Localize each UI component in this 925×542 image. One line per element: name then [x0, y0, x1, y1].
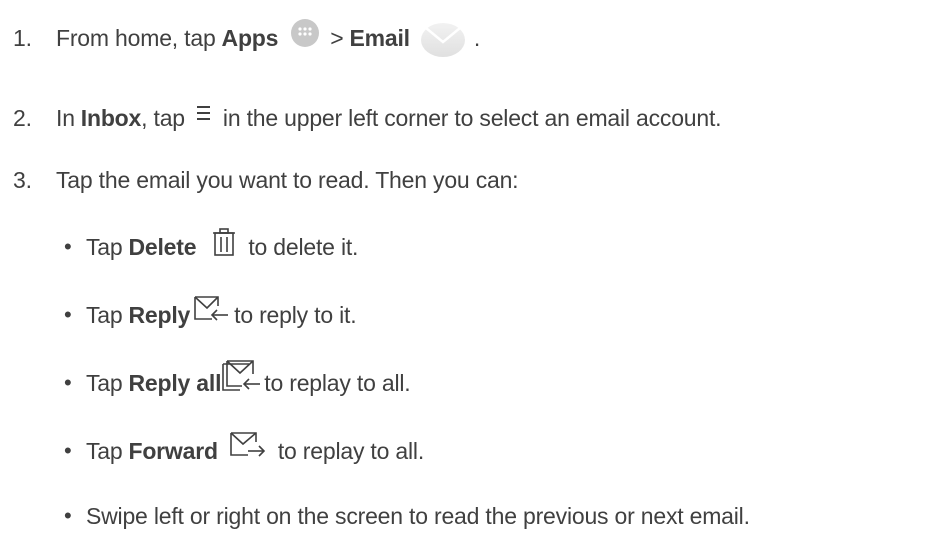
inbox-label: Inbox [80, 104, 142, 131]
step-number: 2. [13, 104, 32, 131]
step-text: Tap the email you want to read. Then you… [56, 166, 519, 193]
forward-icon [230, 431, 266, 459]
step-text-middle: , tap [141, 104, 185, 131]
bullet-prefix: Tap [86, 301, 123, 328]
reply-label: Reply [128, 301, 191, 328]
bullet-marker: • [64, 370, 72, 395]
step-text-prefix: From home, tap [56, 24, 216, 51]
bullet-marker: • [64, 438, 72, 463]
bullet-marker: • [64, 503, 72, 528]
step-number: 1. [13, 24, 32, 51]
bullet-suffix: to delete it. [248, 233, 359, 260]
trash-icon [212, 228, 236, 256]
bullet-prefix: Tap [86, 233, 123, 260]
bullet-text: Swipe left or right on the screen to rea… [86, 502, 750, 529]
separator: > [330, 24, 344, 51]
step-text-suffix: in the upper left corner to select an em… [222, 104, 722, 131]
menu-icon [196, 105, 211, 123]
forward-label: Forward [128, 437, 218, 464]
reply-all-icon [222, 360, 262, 394]
bullet-marker: • [64, 234, 72, 259]
bullet-marker: • [64, 302, 72, 327]
email-app-icon [420, 22, 466, 58]
bullet-prefix: Tap [86, 437, 123, 464]
period: . [473, 24, 481, 51]
apps-icon [290, 18, 320, 48]
reply-icon [194, 295, 230, 323]
email-label: Email [349, 24, 410, 51]
step-number: 3. [13, 166, 32, 193]
step-text-prefix: In [56, 104, 75, 131]
bullet-suffix: to reply to it. [234, 301, 357, 328]
bullet-suffix: to replay to all. [264, 369, 411, 396]
delete-label: Delete [128, 233, 197, 260]
reply-all-label: Reply all [128, 369, 222, 396]
bullet-suffix: to replay to all. [277, 437, 425, 464]
bullet-prefix: Tap [86, 369, 123, 396]
apps-label: Apps [221, 24, 279, 51]
